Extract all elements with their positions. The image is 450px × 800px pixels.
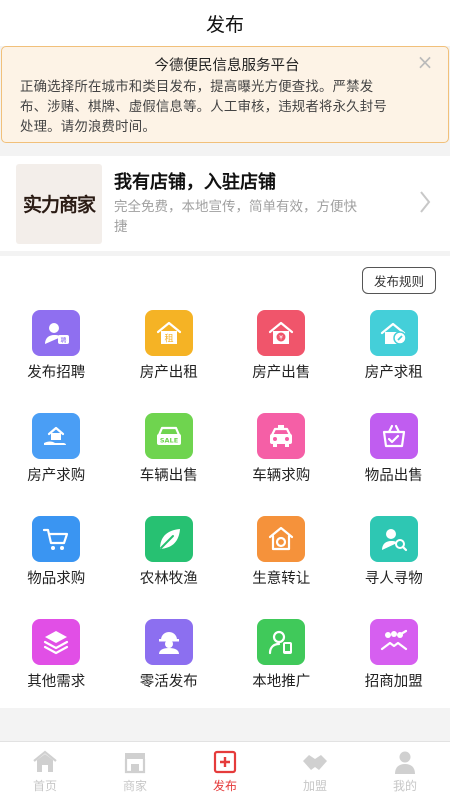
add-box-icon <box>213 750 237 774</box>
tab-add-box[interactable]: 发布 <box>180 742 270 800</box>
category-label: 房产求购 <box>27 468 86 484</box>
profile-icon <box>395 751 415 774</box>
person-phone-icon <box>257 619 306 665</box>
category-item[interactable]: 车辆求购 <box>225 409 338 512</box>
category-grid: 聘发布招聘租房产出租 ¥ 房产出售 房产求租 房产求购 SALE 车辆出售 车辆求购 物品出售物… <box>0 306 450 718</box>
category-item[interactable]: 零活发布 <box>113 615 226 718</box>
category-item[interactable]: 房产求购 <box>0 409 113 512</box>
home-icon <box>33 750 57 772</box>
notice-body: 正确选择所在城市和类目发布，提高曝光方便查找。严禁发 布、涉赌、棋牌、虚假信息等… <box>20 78 434 138</box>
category-label: 车辆出售 <box>139 468 198 484</box>
category-label: 房产出租 <box>139 365 198 381</box>
category-item[interactable]: 生意转让 <box>225 512 338 615</box>
leaf-icon <box>144 516 193 562</box>
category-item[interactable]: 其他需求 <box>0 615 113 718</box>
store-desc-line: 捷 <box>114 219 128 235</box>
category-label: 物品出售 <box>364 468 423 484</box>
tab-label: 发布 <box>212 779 237 793</box>
store-icon <box>124 753 146 774</box>
tab-home[interactable]: 首页 <box>0 742 90 800</box>
tab-store[interactable]: 商家 <box>90 742 180 800</box>
notice-line: 正确选择所在城市和类目发布，提高曝光方便查找。严禁发 <box>20 80 374 95</box>
house-rent-icon: 租 <box>144 310 193 356</box>
svg-text:聘: 聘 <box>61 337 67 345</box>
category-item[interactable]: SALE 车辆出售 <box>113 409 226 512</box>
category-item[interactable]: 租房产出租 <box>113 306 226 409</box>
category-label: 其他需求 <box>27 674 86 690</box>
category-label: 招商加盟 <box>364 674 423 690</box>
shop-transfer-icon <box>257 516 306 562</box>
category-label: 房产求租 <box>364 365 423 381</box>
svg-text:租: 租 <box>164 334 173 345</box>
category-label: 房产出售 <box>252 365 311 381</box>
cart-icon <box>32 516 81 562</box>
bottom-tab-bar: 首页 商家 发布 加盟 我的 <box>0 741 450 800</box>
tab-label: 加盟 <box>302 779 327 793</box>
category-label: 零活发布 <box>139 674 198 690</box>
svg-text:¥: ¥ <box>279 335 283 342</box>
svg-text:SALE: SALE <box>160 437 178 445</box>
category-label: 农林牧渔 <box>139 571 198 587</box>
store-title: 我有店铺，入驻店铺 <box>114 172 276 193</box>
top-header: 发布 <box>0 0 450 46</box>
house-hand-icon <box>32 413 81 459</box>
tab-label: 首页 <box>32 779 57 793</box>
handshake-icon <box>303 755 327 770</box>
category-label: 寻人寻物 <box>364 571 423 587</box>
house-key-icon <box>369 310 418 356</box>
notice-banner: 今德便民信息服务平台 正确选择所在城市和类目发布，提高曝光方便查找。严禁发 布、… <box>1 46 449 143</box>
category-label: 物品求购 <box>27 571 86 587</box>
category-item[interactable]: 农林牧渔 <box>113 512 226 615</box>
car-sale-icon: SALE <box>144 413 193 459</box>
tab-handshake[interactable]: 加盟 <box>270 742 360 800</box>
taxi-icon <box>257 413 306 459</box>
category-item[interactable]: ¥ 房产出售 <box>225 306 338 409</box>
notice-line: 处理。请勿浪费时间。 <box>20 120 156 135</box>
store-desc: 完全免费，本地宣传，简单有效，方便快 捷 <box>114 197 399 237</box>
category-item[interactable]: 物品求购 <box>0 512 113 615</box>
close-icon[interactable]: × <box>416 52 434 72</box>
category-item[interactable]: 招商加盟 <box>338 615 450 718</box>
category-item[interactable]: 聘发布招聘 <box>0 306 113 409</box>
category-label: 生意转让 <box>252 571 311 587</box>
category-item[interactable]: 寻人寻物 <box>338 512 450 615</box>
store-info: 我有店铺，入驻店铺 完全免费，本地宣传，简单有效，方便快 捷 <box>114 170 399 237</box>
tab-profile[interactable]: 我的 <box>360 742 450 800</box>
notice-title: 今德便民信息服务平台 <box>154 58 300 74</box>
store-join-card[interactable]: 实力商家 我有店铺，入驻店铺 完全免费，本地宣传，简单有效，方便快 捷 <box>0 156 450 251</box>
category-item[interactable]: 房产求租 <box>338 306 450 409</box>
category-item[interactable]: 物品出售 <box>338 409 450 512</box>
store-logo-text: 实力商家 <box>22 194 96 216</box>
category-label: 车辆求购 <box>252 468 311 484</box>
category-label: 发布招聘 <box>27 365 86 381</box>
page-title: 发布 <box>205 13 244 36</box>
tab-label: 商家 <box>122 779 147 793</box>
person-search-icon <box>369 516 418 562</box>
store-desc-line: 完全免费，本地宣传，简单有效，方便快 <box>114 199 357 215</box>
house-sale-icon: ¥ <box>257 310 306 356</box>
notice-line: 布、涉赌、棋牌、虚假信息等。人工审核，违规者将永久封号 <box>20 100 387 115</box>
tab-label: 我的 <box>392 779 417 793</box>
handshake-people-icon <box>369 619 418 665</box>
chevron-right-icon <box>420 191 431 213</box>
user-badge-icon: 聘 <box>32 310 81 356</box>
publish-rules-button[interactable]: 发布规则 <box>362 267 436 294</box>
category-item[interactable]: 本地推广 <box>225 615 338 718</box>
store-logo: 实力商家 <box>16 163 102 244</box>
worker-icon <box>144 619 193 665</box>
basket-check-icon <box>369 413 418 459</box>
layers-icon <box>32 619 81 665</box>
category-panel: 发布规则 聘发布招聘租房产出租 ¥ 房产出售 房产求租 房产求购 SALE 车辆出售 车辆求购… <box>0 256 450 708</box>
category-label: 本地推广 <box>252 674 311 690</box>
